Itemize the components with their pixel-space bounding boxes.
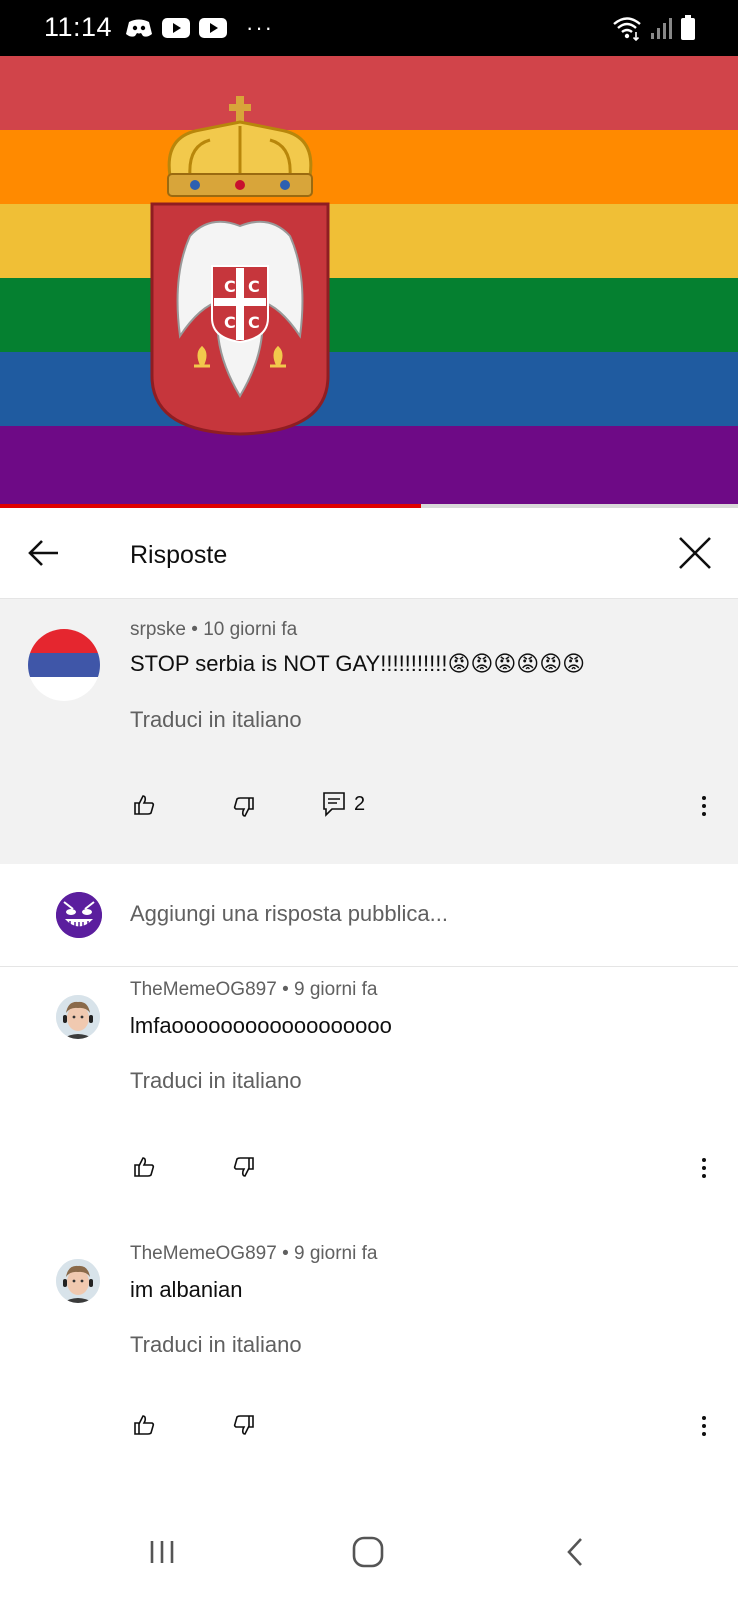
more-vert-icon[interactable]: [694, 791, 714, 821]
replies-header: Risposte: [0, 508, 738, 599]
meta-separator: •: [276, 1243, 295, 1264]
serbian-coat-of-arms: C C C C: [150, 96, 330, 436]
svg-text:C: C: [248, 313, 260, 332]
dislike-icon[interactable]: [232, 1413, 256, 1437]
comment-author[interactable]: TheMemeOG897: [130, 1243, 277, 1264]
nav-back-icon[interactable]: [556, 1535, 596, 1569]
youtube-icon: [162, 18, 190, 38]
svg-text:C: C: [248, 277, 260, 296]
flag-stripe: [0, 56, 738, 130]
discord-icon: [126, 19, 152, 37]
add-reply-row: Aggiungi una risposta pubblica...: [0, 864, 738, 968]
reply-comment: TheMemeOG897 • 9 giorni fa im albanian T…: [0, 1231, 738, 1493]
flag-stripe: [0, 426, 738, 504]
comment-time: 10 giorni fa: [203, 619, 298, 640]
comment-meta: TheMemeOG897 • 9 giorni fa: [130, 979, 377, 1001]
more-vert-icon[interactable]: [694, 1411, 714, 1441]
flag-stripe: [0, 204, 738, 278]
svg-text:C: C: [224, 313, 236, 332]
reply-count: 2: [354, 792, 366, 815]
comment-text: lmfaoooooooooooooooooo: [130, 1013, 392, 1038]
more-vert-icon[interactable]: [694, 1153, 714, 1183]
reply-comment: TheMemeOG897 • 9 giorni fa lmfaooooooooo…: [0, 967, 738, 1229]
add-reply-input[interactable]: Aggiungi una risposta pubblica...: [130, 901, 448, 927]
flag-stripe: [0, 278, 738, 352]
parent-comment: srpske • 10 giorni fa STOP serbia is NOT…: [0, 599, 738, 864]
more-dots-icon: ···: [246, 15, 274, 40]
comment-icon: [323, 792, 345, 817]
dislike-icon[interactable]: [232, 1155, 256, 1179]
meta-separator: •: [185, 619, 204, 640]
flag-stripe: [0, 352, 738, 426]
comment-text: im albanian: [130, 1277, 243, 1302]
youtube-icon: [199, 18, 227, 38]
comment-time: 9 giorni fa: [294, 1243, 378, 1264]
comment-author[interactable]: srpske: [130, 619, 186, 640]
replies-count-button[interactable]: 2: [322, 791, 365, 817]
translate-link[interactable]: Traduci in italiano: [130, 1068, 302, 1094]
signal-icon: [651, 18, 672, 39]
flag-stripe: [0, 130, 738, 204]
comment-meta: srpske • 10 giorni fa: [130, 619, 297, 641]
close-icon[interactable]: [672, 530, 718, 576]
comment-time: 9 giorni fa: [294, 979, 378, 1000]
dislike-icon[interactable]: [232, 795, 256, 819]
status-time: 11:14: [44, 12, 113, 42]
meta-separator: •: [276, 979, 295, 1000]
status-notification-icons: ···: [125, 15, 274, 40]
avatar[interactable]: [56, 892, 102, 938]
wifi-icon: [613, 17, 641, 41]
avatar[interactable]: [28, 629, 100, 701]
status-bar: 11:14 ···: [0, 0, 738, 56]
translate-link[interactable]: Traduci in italiano: [130, 707, 302, 733]
page-title: Risposte: [130, 541, 228, 569]
svg-text:C: C: [224, 277, 236, 296]
avatar[interactable]: [56, 995, 100, 1039]
system-nav-bar: [0, 1505, 738, 1600]
home-icon[interactable]: [348, 1535, 388, 1569]
status-system-icons: [612, 15, 696, 41]
translate-link[interactable]: Traduci in italiano: [130, 1332, 302, 1358]
like-icon[interactable]: [132, 1155, 156, 1179]
like-icon[interactable]: [132, 1413, 156, 1437]
avatar[interactable]: [56, 1259, 100, 1303]
video-player[interactable]: C C C C: [0, 56, 738, 504]
battery-icon: [681, 15, 695, 40]
arrow-back-icon[interactable]: [22, 530, 68, 576]
comment-author[interactable]: TheMemeOG897: [130, 979, 277, 1000]
comment-text: STOP serbia is NOT GAY!!!!!!!!!!!😡😡😡😡😡😡: [130, 651, 586, 676]
comment-meta: TheMemeOG897 • 9 giorni fa: [130, 1243, 377, 1265]
like-icon[interactable]: [132, 793, 156, 817]
recent-apps-icon[interactable]: [142, 1535, 182, 1569]
